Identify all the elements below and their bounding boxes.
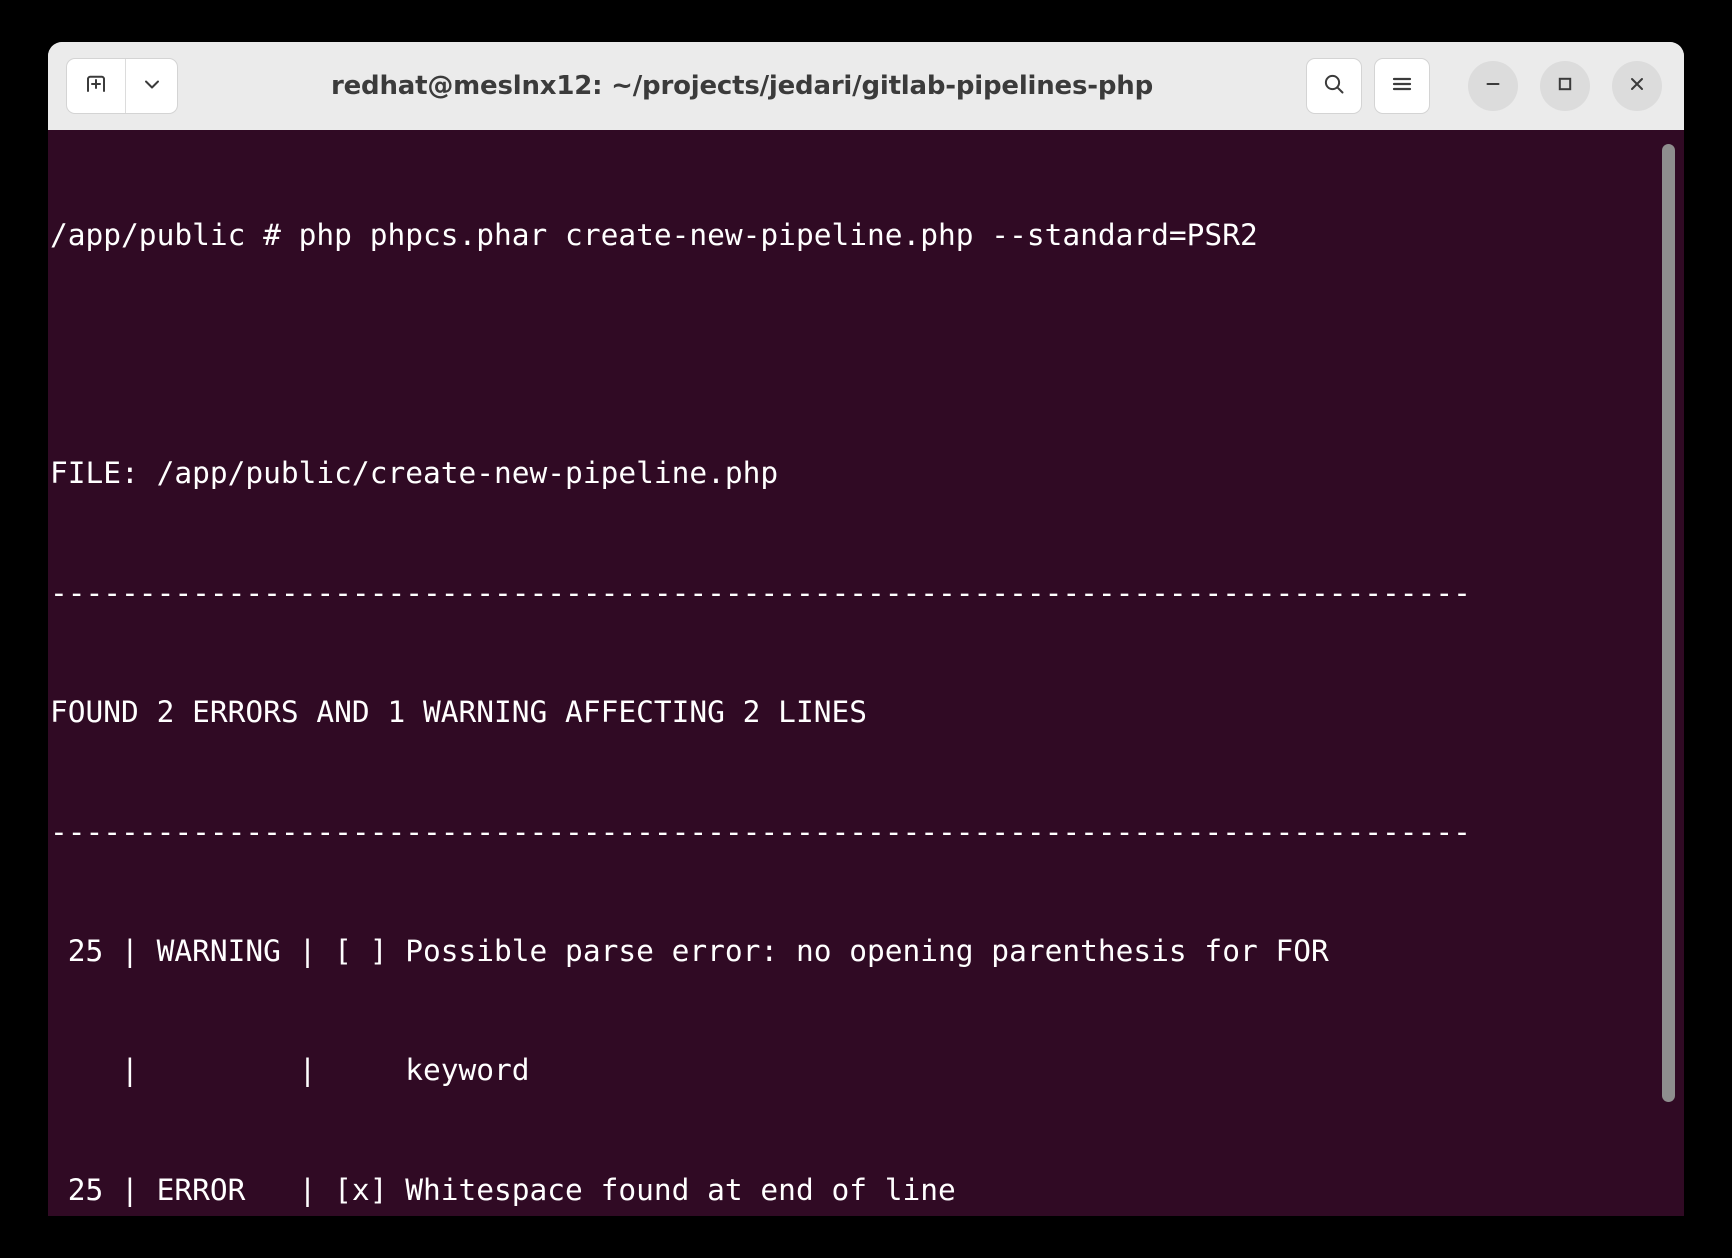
chevron-down-icon (141, 73, 163, 99)
terminal-line-divider: ----------------------------------------… (50, 814, 1471, 849)
menu-button[interactable] (1374, 58, 1430, 114)
new-tab-button[interactable] (67, 59, 125, 113)
scrollbar-thumb[interactable] (1662, 144, 1675, 1102)
maximize-button[interactable] (1540, 61, 1590, 111)
terminal-line-violation: 25 | ERROR | [x] Whitespace found at end… (50, 1172, 956, 1207)
vertical-scrollbar[interactable] (1659, 130, 1679, 1216)
tab-dropdown-button[interactable] (125, 59, 177, 113)
minimize-button[interactable] (1468, 61, 1518, 111)
terminal-line-divider: ----------------------------------------… (50, 575, 1471, 610)
titlebar-left-controls (66, 58, 178, 114)
terminal-line-summary: FOUND 2 ERRORS AND 1 WARNING AFFECTING 2… (50, 695, 867, 730)
terminal-text: /app/public # php phpcs.phar create-new-… (50, 130, 1471, 1216)
desktop-background: redhat@meslnx12: ~/projects/jedari/gitla… (0, 0, 1732, 1258)
window-title: redhat@meslnx12: ~/projects/jedari/gitla… (331, 71, 1153, 101)
hamburger-menu-icon (1389, 71, 1415, 101)
terminal-window: redhat@meslnx12: ~/projects/jedari/gitla… (48, 42, 1684, 1216)
terminal-line: /app/public # php phpcs.phar create-new-… (50, 217, 1258, 252)
maximize-icon (1554, 73, 1576, 99)
new-tab-split-button[interactable] (66, 58, 178, 114)
close-button[interactable] (1612, 61, 1662, 111)
terminal-output-area[interactable]: /app/public # php phpcs.phar create-new-… (48, 130, 1684, 1216)
terminal-line-violation-cont: | | keyword (50, 1053, 530, 1088)
terminal-line: FILE: /app/public/create-new-pipeline.ph… (50, 456, 779, 491)
close-icon (1626, 73, 1648, 99)
terminal-line-violation: 25 | WARNING | [ ] Possible parse error:… (50, 933, 1329, 968)
minimize-icon (1482, 73, 1504, 99)
search-icon (1321, 71, 1347, 101)
titlebar-right-controls (1306, 58, 1662, 114)
new-tab-icon (83, 71, 109, 101)
search-button[interactable] (1306, 58, 1362, 114)
window-titlebar[interactable]: redhat@meslnx12: ~/projects/jedari/gitla… (48, 42, 1684, 130)
